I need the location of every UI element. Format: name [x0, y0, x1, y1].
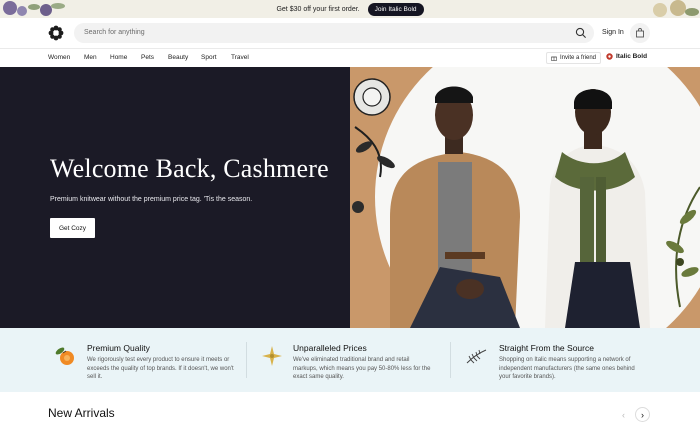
star-icon — [262, 346, 282, 366]
nav-item-pets[interactable]: Pets — [141, 54, 154, 61]
feature-divider — [246, 342, 247, 378]
orange-icon — [55, 347, 74, 365]
nav-item-home[interactable]: Home — [110, 54, 127, 61]
search-input[interactable]: Search for anything — [74, 23, 594, 43]
feature-body: Shopping on Italic means supporting a ne… — [499, 357, 635, 380]
chevron-right-icon: › — [641, 409, 644, 420]
join-button[interactable]: Join Italic Bold — [367, 2, 424, 16]
features-strip: Premium Quality We rigorously test every… — [0, 328, 700, 392]
invite-label: Invite a friend — [560, 55, 597, 61]
gift-icon — [551, 56, 557, 61]
feature-title: Straight From the Source — [499, 343, 594, 353]
italic-bold-badge-icon — [606, 53, 613, 60]
hero-title: Welcome Back, Cashmere — [50, 154, 329, 183]
feature-title: Premium Quality — [87, 343, 150, 353]
feature-body: We've eliminated traditional brand and r… — [293, 357, 431, 380]
search-placeholder: Search for anything — [84, 29, 145, 36]
invite-friend-button[interactable]: Invite a friend — [546, 52, 602, 64]
new-arrivals-title: New Arrivals — [48, 406, 115, 420]
italic-bold-label: Italic Bold — [616, 53, 648, 60]
models-illustration — [352, 67, 700, 328]
get-cozy-button[interactable]: Get Cozy — [50, 218, 95, 238]
header: Search for anything Sign In — [0, 18, 700, 48]
nav-item-sport[interactable]: Sport — [201, 54, 217, 61]
hero-subtitle: Premium knitwear without the premium pri… — [50, 196, 253, 203]
nav-item-men[interactable]: Men — [84, 54, 97, 61]
carousel-next-button[interactable]: › — [635, 407, 650, 422]
chevron-left-icon: ‹ — [622, 409, 625, 420]
nav-item-travel[interactable]: Travel — [231, 54, 249, 61]
logo-icon[interactable] — [48, 25, 64, 41]
floral-decoration-icon — [3, 1, 65, 16]
sign-in-link[interactable]: Sign In — [602, 29, 624, 36]
search-icon[interactable] — [575, 27, 587, 39]
promo-text: Get $30 off your first order. — [276, 5, 360, 13]
carousel-prev-button[interactable]: ‹ — [616, 407, 631, 422]
nav-item-women[interactable]: Women — [48, 54, 70, 61]
feature-divider — [450, 342, 451, 378]
bag-icon — [636, 28, 644, 38]
fern-icon — [466, 349, 487, 364]
hero-image — [350, 67, 700, 328]
floral-decoration-icon — [653, 0, 699, 17]
italic-bold-link[interactable]: Italic Bold — [606, 53, 647, 60]
feature-title: Unparalleled Prices — [293, 343, 367, 353]
nav-item-beauty[interactable]: Beauty — [168, 54, 188, 61]
feature-body: We rigorously test every product to ensu… — [87, 357, 234, 380]
category-nav: Women Men Home Pets Beauty Sport Travel … — [0, 48, 700, 66]
cart-button[interactable] — [630, 23, 650, 43]
promo-bar: Get $30 off your first order. Join Itali… — [0, 0, 700, 18]
